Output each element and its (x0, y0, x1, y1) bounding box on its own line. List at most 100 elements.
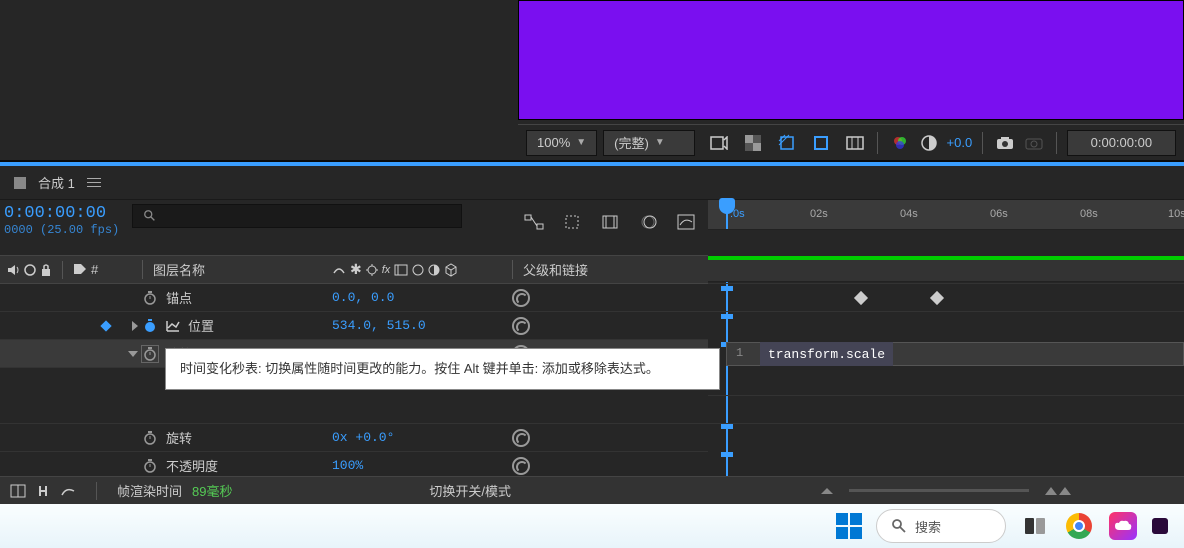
stopwatch-icon[interactable] (142, 318, 158, 334)
preview-time-display[interactable]: 0:00:00:00 (1067, 130, 1176, 156)
exposure-icon[interactable] (917, 131, 940, 155)
property-value[interactable]: 100% (332, 458, 512, 473)
transparency-grid-icon[interactable] (741, 131, 765, 155)
current-time-block[interactable]: 0:00:00:00 0000 (25.00 fps) (0, 200, 132, 255)
time-ruler[interactable]: :0s 02s 04s 06s 08s 10s (708, 200, 1184, 230)
layer-search-input[interactable] (132, 204, 462, 228)
property-row-position[interactable]: 位置 534.0, 515.0 (0, 312, 708, 340)
keyframe-next-icon[interactable] (132, 321, 138, 331)
lock-icon[interactable] (40, 263, 52, 277)
toggle-modes-icon[interactable] (36, 484, 50, 498)
stopwatch-icon[interactable] (142, 458, 158, 474)
track-position[interactable] (708, 284, 1184, 312)
track-area[interactable]: 1 transform.scale (708, 256, 1184, 486)
expand-arrow-icon[interactable] (128, 351, 138, 357)
track-rotation[interactable] (708, 368, 1184, 396)
expression-code[interactable]: transform.scale (760, 342, 893, 366)
cti-notch (721, 424, 733, 429)
fx-header-icon[interactable]: fx (382, 264, 391, 276)
audio-icon[interactable] (6, 263, 20, 277)
zoom-in-icon[interactable] (1045, 487, 1071, 495)
zoom-slider[interactable] (849, 489, 1029, 492)
timeline-panel: 0:00:00:00 0000 (25.00 fps) (0, 200, 1184, 480)
parent-link-header[interactable]: 父级和链接 (512, 260, 588, 279)
motion-blur-icon[interactable] (636, 210, 660, 234)
ruler-tick: 10s (1168, 208, 1184, 220)
keyframe-diamond[interactable] (930, 291, 944, 305)
region-of-interest-icon[interactable] (809, 131, 833, 155)
keyframe-diamond[interactable] (854, 291, 868, 305)
toggle-switches-icon[interactable] (10, 484, 26, 498)
shy-icon[interactable] (332, 263, 346, 277)
toggle-switches-modes-button[interactable]: 切换开关/模式 (409, 481, 531, 500)
channel-icon[interactable] (888, 131, 911, 155)
keyframe-nav-diamond[interactable] (100, 320, 111, 331)
pickwhip-icon[interactable] (512, 429, 530, 447)
mask-visibility-icon[interactable] (775, 131, 799, 155)
composition-name[interactable]: 合成 1 (38, 173, 75, 192)
pickwhip-icon[interactable] (512, 317, 530, 335)
fx-star-icon[interactable]: ✱ (350, 261, 362, 278)
fast-preview-icon[interactable] (707, 131, 731, 155)
panel-menu-icon[interactable] (87, 178, 101, 187)
preview-area: 100% ▼ (完整) ▼ +0.0 0:00:00 (0, 0, 1184, 160)
timeline-zoom-control[interactable] (708, 487, 1184, 495)
track-anchor[interactable] (708, 256, 1184, 284)
property-value[interactable]: 0.0, 0.0 (332, 290, 512, 305)
timeline-footer: 帧渲染时间 89毫秒 切换开关/模式 (0, 476, 1184, 504)
zoom-dropdown[interactable]: 100% ▼ (526, 130, 597, 156)
render-time-icon[interactable] (60, 485, 76, 497)
composition-viewer[interactable] (518, 0, 1184, 120)
resolution-value: (完整) (614, 133, 649, 152)
zoom-out-icon[interactable] (821, 488, 833, 494)
frame-blend-header-icon[interactable] (394, 264, 408, 276)
stopwatch-icon[interactable] (142, 430, 158, 446)
render-time-label: 帧渲染时间 (117, 481, 182, 500)
playhead[interactable] (726, 200, 728, 229)
property-value[interactable]: 534.0, 515.0 (332, 318, 512, 333)
search-placeholder: 搜索 (915, 517, 941, 536)
property-name: 旋转 (166, 428, 192, 447)
collapse-icon[interactable] (366, 264, 378, 276)
resolution-dropdown[interactable]: (完整) ▼ (603, 130, 695, 156)
motion-blur-header-icon[interactable] (412, 264, 424, 276)
current-timecode[interactable]: 0:00:00:00 (4, 204, 132, 223)
draft-3d-icon[interactable] (560, 210, 584, 234)
creative-cloud-icon[interactable] (1108, 511, 1138, 541)
pickwhip-icon[interactable] (512, 457, 530, 475)
timeline-left-panel: 0:00:00:00 0000 (25.00 fps) (0, 200, 708, 480)
3d-layer-icon[interactable] (444, 263, 458, 277)
stopwatch-icon[interactable] (142, 346, 158, 362)
show-snapshot-icon[interactable] (1022, 131, 1045, 155)
graph-editor-icon[interactable] (674, 210, 698, 234)
zoom-value: 100% (537, 135, 570, 150)
exposure-value[interactable]: +0.0 (947, 135, 973, 150)
chevron-down-icon: ▼ (576, 137, 586, 148)
adjustment-icon[interactable] (428, 264, 440, 276)
comp-flowchart-icon[interactable] (522, 210, 546, 234)
panel-divider[interactable] (0, 160, 1184, 166)
solo-icon[interactable] (24, 264, 36, 276)
label-icon[interactable] (73, 263, 87, 277)
frame-blend-icon[interactable] (598, 210, 622, 234)
layer-name-header[interactable]: 图层名称 (142, 260, 332, 279)
windows-start-button[interactable] (836, 513, 862, 539)
composition-tab-bar: 合成 1 (0, 166, 1184, 200)
chrome-icon[interactable] (1064, 511, 1094, 541)
playhead-head-icon[interactable] (719, 198, 735, 214)
windows-search[interactable]: 搜索 (876, 509, 1006, 543)
app-icon[interactable] (1152, 511, 1168, 541)
grid-guide-icon[interactable] (843, 131, 867, 155)
graph-icon[interactable] (166, 320, 180, 332)
snapshot-icon[interactable] (993, 131, 1016, 155)
pickwhip-icon[interactable] (512, 289, 530, 307)
property-value[interactable]: 0x +0.0° (332, 430, 512, 445)
render-time-value: 89毫秒 (192, 481, 232, 500)
property-row-rotation[interactable]: 旋转 0x +0.0° (0, 424, 708, 452)
task-view-icon[interactable] (1020, 511, 1050, 541)
switches-header: ✱ fx (332, 261, 512, 278)
property-name: 不透明度 (166, 456, 218, 475)
stopwatch-icon[interactable] (142, 290, 158, 306)
property-row-anchor[interactable]: 锚点 0.0, 0.0 (0, 284, 708, 312)
track-opacity[interactable] (708, 396, 1184, 424)
